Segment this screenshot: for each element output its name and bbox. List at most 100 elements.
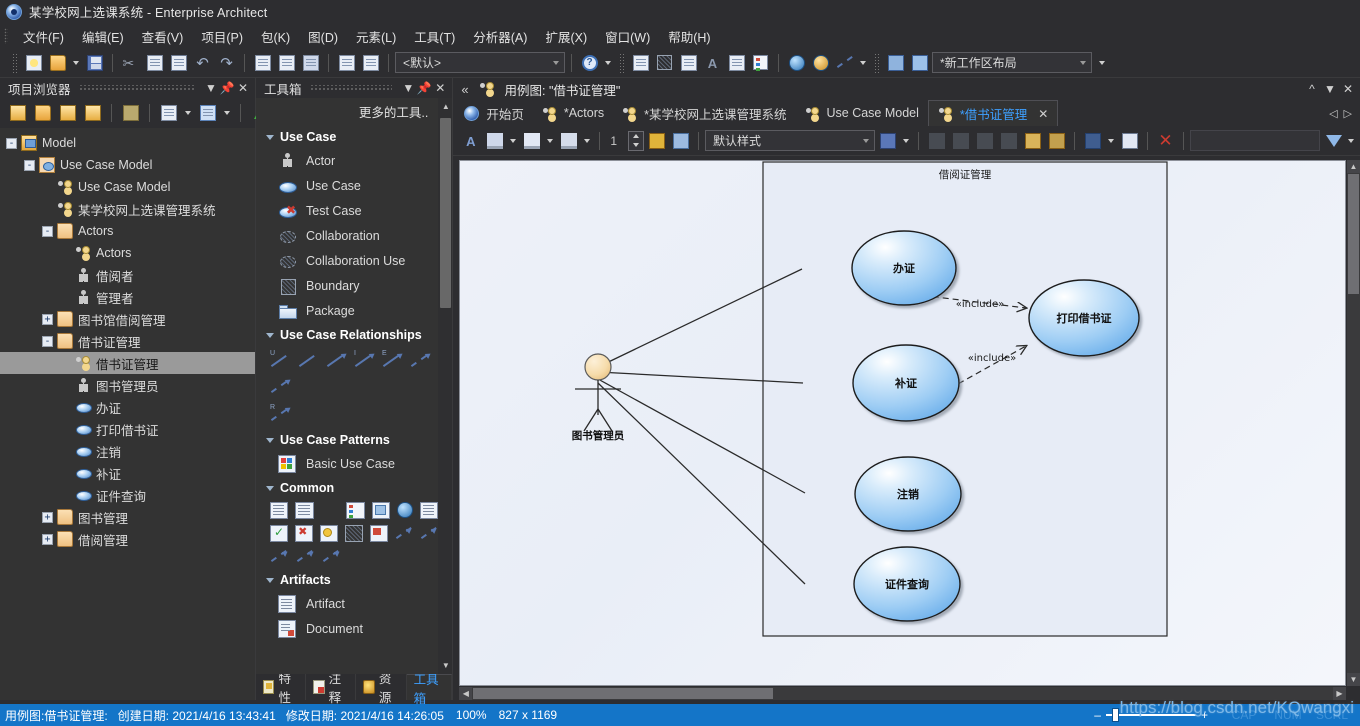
tree-node[interactable]: 办证 [0,396,255,418]
relationship-connector-icon[interactable]: E [382,350,405,370]
tree-node[interactable]: 某学校网上选课管理系统 [0,198,255,220]
scrollbar-thumb[interactable] [440,118,452,308]
relationship-connector-icon[interactable]: R [270,404,293,424]
tabs-prev-icon[interactable]: ◁ [1329,107,1337,120]
toolbar-grip[interactable] [619,52,624,73]
diagram-tab[interactable]: 开始页 [455,100,533,126]
line-color-button[interactable] [557,129,580,152]
line-color-dropdown-icon[interactable] [584,138,591,143]
fill-color-dropdown-icon[interactable] [547,138,554,143]
more-tools-link[interactable]: 更多的工具.. [256,100,438,125]
print-button[interactable] [299,51,322,74]
tree-node[interactable]: + 借阅管理 [0,528,255,550]
tree-node[interactable]: 借书证管理 [0,352,255,374]
new-diagram-tree-button[interactable] [56,102,79,125]
trace-button[interactable] [809,51,832,74]
common-element-icon[interactable] [270,525,289,542]
scrollbar-thumb-vertical[interactable] [1348,174,1359,294]
new-element-button[interactable] [81,102,104,125]
common-connector-icon[interactable] [296,548,316,565]
pattern-button[interactable] [653,51,676,74]
common-connector-icon[interactable] [270,548,290,565]
diagram-toolbar-overflow-icon[interactable] [1348,138,1354,143]
new-package-button[interactable] [31,102,54,125]
relationship-button[interactable] [833,51,856,74]
toolbox-item[interactable]: Collaboration [256,223,438,248]
tree-node[interactable]: - Model [0,132,255,154]
tree-node[interactable]: + 图书管理 [0,506,255,528]
save-button[interactable] [83,51,106,74]
toolbox-group-header[interactable]: Use Case Patterns [256,428,438,451]
relationship-dropdown-icon[interactable] [860,60,866,65]
panel-maximize-icon[interactable]: ^ [1304,81,1320,97]
tree-expander-icon[interactable]: - [42,335,53,347]
font-style-button[interactable]: A [459,129,482,152]
lock-diagram-button[interactable] [1081,129,1104,152]
common-connector-icon[interactable] [322,548,342,565]
actor-shape[interactable] [575,353,622,432]
text-style-button[interactable]: A [701,51,724,74]
common-element-icon[interactable] [419,502,439,519]
menu-tools[interactable]: 工具(T) [405,24,464,49]
collapse-left-icon[interactable]: « [461,82,468,97]
toolbar-grip[interactable] [12,52,17,73]
toolbox-item[interactable]: Collaboration Use [256,248,438,273]
tree-expander-icon[interactable]: - [24,159,35,171]
web-publish-button[interactable] [785,51,808,74]
tree-node[interactable]: Use Case Model [0,176,255,198]
relationship-connector-icon[interactable] [326,350,349,370]
common-element-icon[interactable] [346,502,365,519]
menu-edit[interactable]: 编辑(E) [73,24,133,49]
diagram-tab[interactable]: Use Case Model [796,100,928,126]
open-project-dropdown-icon[interactable] [73,60,79,65]
help-button[interactable]: ? [578,51,601,74]
panel-pin-icon[interactable]: 📌 [416,80,432,96]
tree-node[interactable]: 证件查询 [0,484,255,506]
zoom-in-label[interactable]: + [1201,708,1208,722]
toolbox-item[interactable]: Basic Use Case [256,451,438,476]
tree-node[interactable]: 注销 [0,440,255,462]
scroll-down-icon[interactable]: ▼ [440,659,451,672]
menu-analyzer[interactable]: 分析器(A) [464,24,536,49]
matrix-button[interactable] [749,51,772,74]
cut-button[interactable]: ✂ [119,51,142,74]
align-right-button[interactable] [949,129,972,152]
menu-file[interactable]: 文件(F) [14,24,73,49]
menu-project[interactable]: 项目(P) [192,24,252,49]
model-search-button[interactable] [359,51,382,74]
canvas-vertical-scrollbar[interactable]: ▲ ▼ [1347,160,1360,686]
toolbox-item[interactable]: Use Case [256,173,438,198]
tree-node[interactable]: - Use Case Model [0,154,255,176]
save-workspace-button[interactable] [884,51,907,74]
boundary-rect[interactable] [762,161,1168,637]
common-element-icon[interactable] [295,525,314,542]
tree-expander-icon[interactable]: + [42,533,53,545]
properties-dropdown-icon[interactable] [185,111,191,115]
common-element-icon[interactable] [397,502,413,518]
tree-node[interactable]: Actors [0,242,255,264]
relationship-connector-icon[interactable] [410,350,433,370]
open-project-button[interactable] [46,51,69,74]
common-connector-icon[interactable] [395,525,414,542]
undo-button[interactable]: ↶ [191,51,214,74]
toolbox-group-header[interactable]: Use Case Relationships [256,323,438,346]
redo-button[interactable]: ↷ [215,51,238,74]
menu-diagram[interactable]: 图(D) [299,24,347,49]
common-element-icon[interactable] [371,502,391,519]
tree-expander-icon[interactable]: + [42,511,53,523]
perspective-combo[interactable]: <默认> [395,52,565,73]
tree-node[interactable]: 补证 [0,462,255,484]
new-project-button[interactable] [22,51,45,74]
menu-view[interactable]: 查看(V) [133,24,193,49]
diagram-filter-field[interactable] [1190,130,1320,151]
workspace-combo[interactable]: *新工作区布局 [932,52,1092,73]
align-top-button[interactable] [973,129,996,152]
lock-dropdown-icon[interactable] [1108,138,1114,143]
toolbox-group-header[interactable]: Artifacts [256,568,438,591]
diagram-tab[interactable]: *借书证管理 ✕ [927,100,1059,126]
common-element-icon[interactable] [320,525,339,542]
common-element-icon[interactable] [370,525,389,542]
help-dropdown-icon[interactable] [605,60,611,65]
tab-resources[interactable]: 资源 [356,672,407,705]
model-views-button[interactable] [119,102,142,125]
